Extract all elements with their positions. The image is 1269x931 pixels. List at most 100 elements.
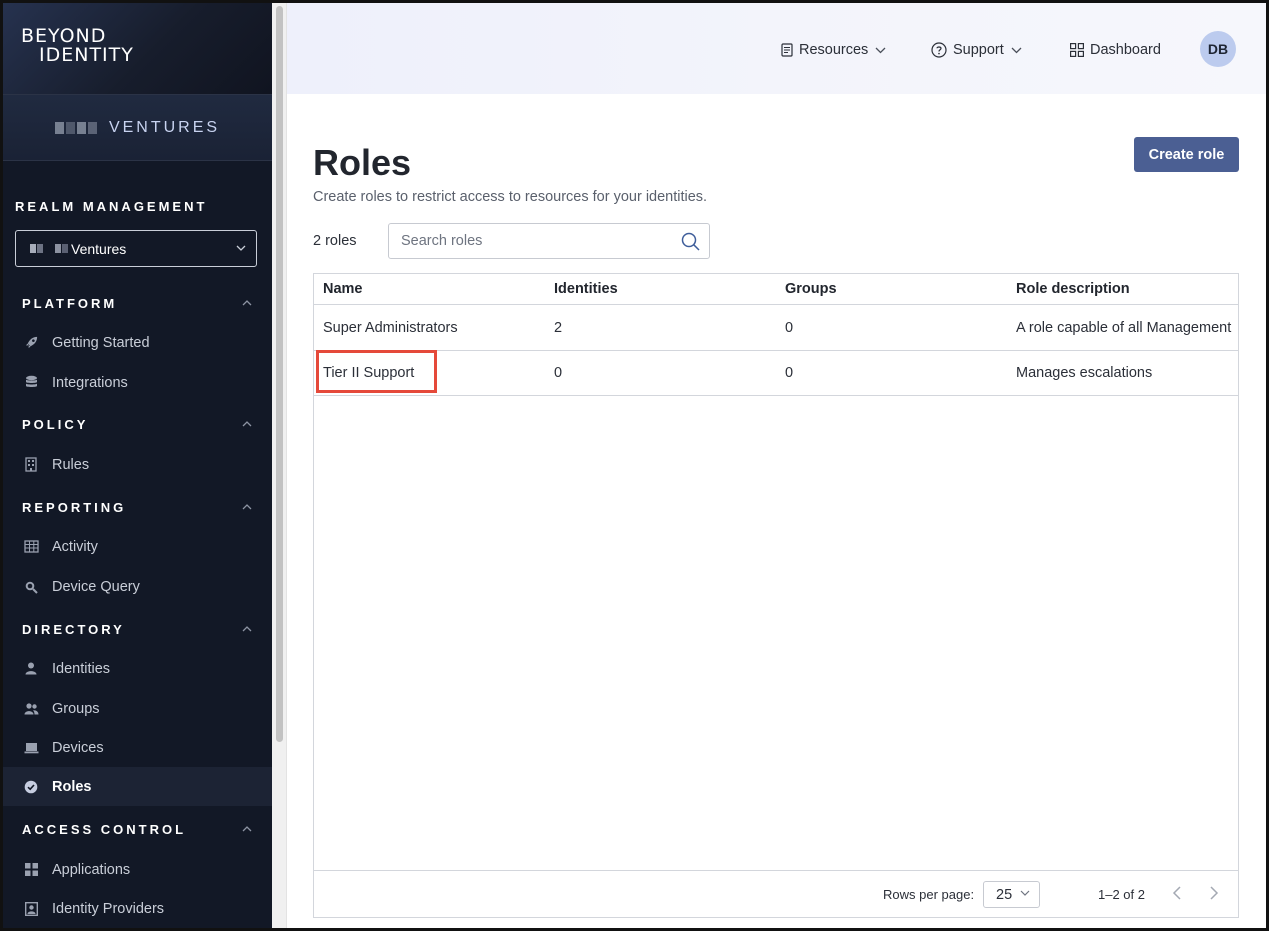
table-header: Name Identities Groups Role description: [314, 274, 1238, 305]
redacted-realm-prefix: [30, 244, 68, 253]
column-header-identities[interactable]: Identities: [554, 281, 618, 297]
resources-label: Resources: [799, 42, 869, 58]
sidebar-item-roles[interactable]: Roles: [3, 767, 272, 806]
role-identities: 2: [554, 319, 563, 336]
page-title: Roles: [313, 142, 412, 183]
sidebar-item-getting-started[interactable]: Getting Started: [3, 323, 272, 362]
document-icon: [781, 43, 793, 57]
chevron-up-icon: [242, 504, 252, 510]
top-bar: Resources Support Dashboard DB: [287, 3, 1266, 94]
support-label: Support: [953, 42, 1004, 58]
sidebar-item-integrations[interactable]: Integrations: [3, 363, 272, 402]
table-row[interactable]: Tier II Support 0 0 Manages escalations: [314, 351, 1238, 396]
realm-select[interactable]: Ventures: [15, 230, 257, 267]
role-groups: 0: [785, 319, 794, 336]
rows-per-page-select[interactable]: 25: [983, 881, 1040, 908]
sidebar-item-devices[interactable]: Devices: [3, 728, 272, 767]
id-card-icon: [23, 901, 39, 917]
logo-line-2: IDENTITY: [39, 44, 134, 66]
role-groups: 0: [785, 365, 794, 381]
column-header-groups[interactable]: Groups: [785, 281, 837, 297]
chevron-right-icon[interactable]: [1209, 885, 1219, 901]
support-menu[interactable]: Support: [931, 40, 1022, 60]
chevron-left-icon[interactable]: [1172, 885, 1182, 901]
sidebar-item-label: Applications: [52, 861, 131, 878]
section-title: PLATFORM: [22, 295, 118, 311]
sidebar-item-groups[interactable]: Groups: [3, 689, 272, 728]
chevron-up-icon: [242, 626, 252, 632]
app-window: BEYOND IDENTITY VENTURES REALM MANAGEMEN…: [3, 3, 1266, 928]
dashboard-link[interactable]: Dashboard: [1070, 40, 1161, 60]
rows-per-page-label: Rows per page:: [883, 887, 975, 902]
pagination-range: 1–2 of 2: [1098, 887, 1145, 902]
section-title: DIRECTORY: [22, 621, 125, 637]
sidebar-item-label: Roles: [52, 778, 92, 795]
database-icon: [23, 375, 39, 391]
grid-icon: [1070, 43, 1084, 57]
section-title: REPORTING: [22, 499, 127, 515]
search-icon[interactable]: [681, 232, 700, 251]
tenant-banner: VENTURES: [3, 95, 272, 161]
section-reporting[interactable]: REPORTING: [22, 497, 252, 517]
redacted-tenant-prefix: [54, 121, 97, 134]
realm-select-value: Ventures: [71, 240, 127, 257]
users-icon: [23, 701, 39, 717]
badge-check-icon: [23, 779, 39, 795]
search-roles-input[interactable]: Search roles: [388, 223, 710, 259]
sidebar-item-label: Getting Started: [52, 334, 150, 351]
beyond-identity-logo[interactable]: BEYOND IDENTITY: [21, 27, 134, 65]
column-header-name[interactable]: Name: [323, 281, 363, 297]
sidebar-item-applications[interactable]: Applications: [3, 850, 272, 889]
section-access-control[interactable]: ACCESS CONTROL: [22, 819, 252, 839]
role-name[interactable]: Super Administrators: [323, 320, 458, 336]
avatar[interactable]: DB: [1200, 31, 1236, 67]
rocket-icon: [23, 335, 39, 351]
page-subtitle: Create roles to restrict access to resou…: [313, 189, 708, 205]
roles-count: 2 roles: [313, 233, 357, 249]
sidebar-item-device-query[interactable]: Device Query: [3, 567, 272, 606]
chevron-up-icon: [242, 421, 252, 427]
sidebar-item-label: Rules: [52, 456, 90, 473]
role-description: A role capable of all Management: [1016, 319, 1232, 336]
dashboard-label: Dashboard: [1090, 42, 1161, 58]
sidebar-item-label: Identity Providers: [52, 900, 165, 917]
section-directory[interactable]: DIRECTORY: [22, 619, 252, 639]
building-icon: [23, 457, 39, 473]
user-icon: [23, 661, 39, 677]
help-circle-icon: [931, 42, 947, 58]
sidebar-item-identities[interactable]: Identities: [3, 649, 272, 688]
sidebar-item-label: Activity: [52, 538, 98, 555]
section-title: ACCESS CONTROL: [22, 821, 187, 837]
laptop-icon: [23, 740, 39, 756]
realm-management-title: REALM MANAGEMENT: [15, 199, 208, 214]
sidebar-item-label: Groups: [52, 700, 100, 717]
chevron-down-icon: [1011, 47, 1022, 54]
sidebar-item-label: Identities: [52, 660, 111, 677]
create-role-button[interactable]: Create role: [1134, 137, 1239, 172]
chevron-up-icon: [242, 826, 252, 832]
rows-per-page-value: 25: [996, 886, 1013, 903]
sidebar-item-label: Device Query: [52, 578, 140, 595]
chevron-down-icon: [1020, 890, 1030, 896]
sidebar-item-activity[interactable]: Activity: [3, 527, 272, 566]
sidebar-item-label: Integrations: [52, 374, 128, 391]
chevron-up-icon: [242, 300, 252, 306]
grid-icon: [23, 862, 39, 878]
highlight-box: [316, 350, 437, 393]
section-platform[interactable]: PLATFORM: [22, 293, 252, 313]
search-icon: [23, 579, 39, 595]
resources-menu[interactable]: Resources: [781, 40, 886, 60]
role-description: Manages escalations: [1016, 365, 1153, 381]
table-row[interactable]: Super Administrators 2 0 A role capable …: [314, 305, 1238, 351]
sidebar-item-rules[interactable]: Rules: [3, 445, 272, 484]
sidebar: BEYOND IDENTITY VENTURES REALM MANAGEMEN…: [3, 3, 272, 928]
sidebar-item-identity-providers[interactable]: Identity Providers: [3, 889, 272, 928]
roles-table: Name Identities Groups Role description …: [313, 273, 1239, 918]
section-policy[interactable]: POLICY: [22, 414, 252, 434]
sidebar-item-label: Devices: [52, 739, 104, 756]
chevron-down-icon: [236, 245, 246, 251]
tenant-name: VENTURES: [108, 118, 221, 136]
search-placeholder: Search roles: [401, 233, 483, 249]
sidebar-scrollbar-thumb[interactable]: [276, 6, 283, 742]
column-header-description[interactable]: Role description: [1016, 281, 1130, 297]
